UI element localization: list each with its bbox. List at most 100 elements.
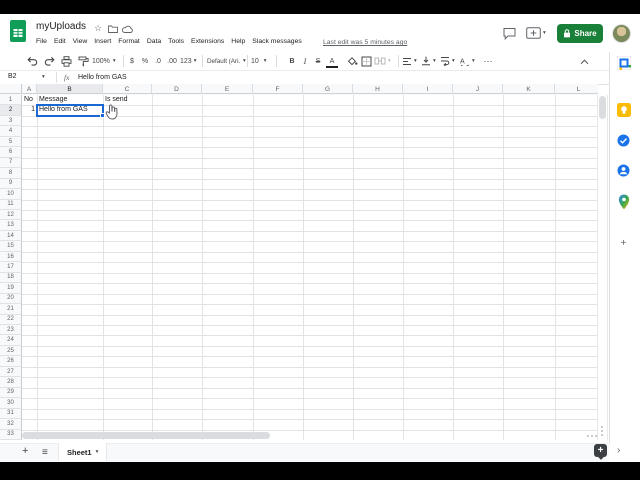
spreadsheet-grid[interactable]: 1 2 3 4 5 6 7 8 9 10 11 12 13 14 15 16 17 18 19 20 21 22 23 24 2… [0, 95, 598, 440]
merge-cells-button[interactable]: ▾ [374, 54, 391, 68]
decrease-decimal-button[interactable]: .0 [152, 54, 164, 68]
paint-format-icon[interactable] [77, 54, 90, 68]
row-header-29[interactable]: 29 [0, 387, 22, 399]
row-header-21[interactable]: 21 [0, 304, 22, 315]
row-header-10[interactable]: 10 [0, 189, 22, 200]
column-header-K[interactable]: K [503, 84, 555, 94]
column-header-D[interactable]: D [152, 84, 202, 94]
name-box[interactable]: B2 [8, 73, 17, 80]
column-header-E[interactable]: E [202, 84, 253, 94]
plus-bubble-button[interactable]: + [594, 444, 607, 457]
row-header-9[interactable]: 9 [0, 178, 22, 190]
show-side-panel-chevron[interactable]: › [617, 445, 620, 456]
menu-format[interactable]: Format [118, 38, 140, 45]
row-header-26[interactable]: 26 [0, 356, 22, 367]
add-sheet-icon[interactable]: + [22, 446, 28, 457]
row-header-24[interactable]: 24 [0, 335, 22, 346]
column-header-A[interactable]: A [22, 84, 37, 94]
cell-A1[interactable]: No [22, 95, 37, 105]
row-header-13[interactable]: 13 [0, 220, 22, 231]
menu-extensions[interactable]: Extensions [191, 38, 224, 45]
row-header-16[interactable]: 16 [0, 251, 22, 263]
row-header-27[interactable]: 27 [0, 366, 22, 378]
contacts-icon[interactable] [616, 163, 631, 178]
zoom-select[interactable]: 100% ▾ [92, 54, 116, 68]
row-header-8[interactable]: 8 [0, 168, 22, 179]
maps-icon[interactable] [616, 194, 631, 209]
all-sheets-icon[interactable]: ≡ [42, 447, 48, 458]
cell-A2[interactable]: 1 [22, 105, 37, 115]
row-header-32[interactable]: 32 [0, 419, 22, 430]
menu-slack-messages[interactable]: Slack messages [252, 38, 302, 45]
vertical-align-button[interactable]: ▾ [421, 54, 436, 68]
row-header-28[interactable]: 28 [0, 377, 22, 388]
fill-color-icon[interactable] [346, 54, 359, 68]
share-button[interactable]: Share [557, 24, 603, 43]
row-header-30[interactable]: 30 [0, 398, 22, 409]
font-size-select[interactable]: 10 ▾ [251, 54, 267, 68]
row-header-14[interactable]: 14 [0, 230, 22, 242]
row-header-25[interactable]: 25 [0, 345, 22, 357]
row-header-4[interactable]: 4 [0, 126, 22, 137]
column-header-F[interactable]: F [253, 84, 303, 94]
vertical-scrollbar-track[interactable] [597, 95, 608, 440]
menu-help[interactable]: Help [231, 38, 245, 45]
row-header-18[interactable]: 18 [0, 272, 22, 284]
comment-icon[interactable] [503, 27, 516, 40]
row-header-1[interactable]: 1 [0, 95, 22, 106]
last-edit-link[interactable]: Last edit was 5 minutes ago [323, 39, 407, 46]
column-header-L[interactable]: L [555, 84, 598, 94]
move-folder-icon[interactable] [108, 25, 118, 33]
row-header-6[interactable]: 6 [0, 147, 22, 158]
bold-button[interactable]: B [286, 54, 298, 68]
row-header-17[interactable]: 17 [0, 262, 22, 273]
cloud-status-icon[interactable] [122, 25, 133, 33]
row-header-31[interactable]: 31 [0, 408, 22, 420]
formula-input[interactable]: Hello from GAS [78, 74, 127, 81]
borders-icon[interactable] [360, 54, 373, 68]
horizontal-align-button[interactable]: ▾ [402, 54, 417, 68]
column-header-I[interactable]: I [403, 84, 453, 94]
text-rotation-button[interactable]: A ▾ [459, 54, 475, 68]
format-percent-button[interactable]: % [140, 54, 150, 68]
row-header-2[interactable]: 2 [0, 105, 22, 116]
tasks-icon[interactable] [616, 133, 631, 148]
italic-button[interactable]: I [299, 54, 311, 68]
sheets-logo-icon[interactable] [10, 20, 26, 42]
document-title[interactable]: myUploads [36, 21, 86, 32]
name-box-caret-icon[interactable]: ▾ [42, 74, 45, 80]
column-header-C[interactable]: C [103, 84, 152, 94]
row-header-20[interactable]: 20 [0, 293, 22, 305]
text-color-button[interactable]: A [326, 56, 338, 68]
row-header-33[interactable]: 33 [0, 429, 22, 440]
column-header-H[interactable]: H [353, 84, 403, 94]
keep-icon[interactable] [616, 102, 631, 117]
calendar-icon[interactable] [616, 55, 631, 70]
present-to-meeting-button[interactable]: ▾ [526, 27, 546, 39]
menu-view[interactable]: View [73, 38, 88, 45]
print-icon[interactable] [60, 54, 73, 68]
row-header-19[interactable]: 19 [0, 283, 22, 294]
strikethrough-button[interactable]: S [312, 54, 324, 68]
menu-file[interactable]: File [36, 38, 47, 45]
menu-insert[interactable]: Insert [94, 38, 111, 45]
row-header-3[interactable]: 3 [0, 115, 22, 127]
more-toolbar-button[interactable]: ⋯ [481, 54, 495, 68]
collapse-toolbar-icon[interactable] [580, 55, 589, 69]
row-header-12[interactable]: 12 [0, 210, 22, 221]
row-header-7[interactable]: 7 [0, 157, 22, 169]
redo-icon[interactable] [43, 54, 56, 68]
select-all-corner[interactable] [0, 84, 22, 94]
menu-tools[interactable]: Tools [168, 38, 184, 45]
number-format-menu[interactable]: 123 ▾ [180, 54, 196, 68]
row-header-11[interactable]: 11 [0, 199, 22, 210]
increase-decimal-button[interactable]: .00 [165, 54, 179, 68]
column-header-J[interactable]: J [453, 84, 503, 94]
column-header-B[interactable]: B [37, 84, 103, 94]
vertical-scrollbar-thumb[interactable] [599, 96, 606, 119]
font-select[interactable]: Default (Ari... ▾ [207, 54, 246, 68]
format-currency-button[interactable]: $ [127, 54, 137, 68]
horizontal-scrollbar-thumb[interactable] [22, 432, 270, 439]
column-header-G[interactable]: G [303, 84, 353, 94]
star-icon[interactable]: ☆ [94, 24, 102, 33]
